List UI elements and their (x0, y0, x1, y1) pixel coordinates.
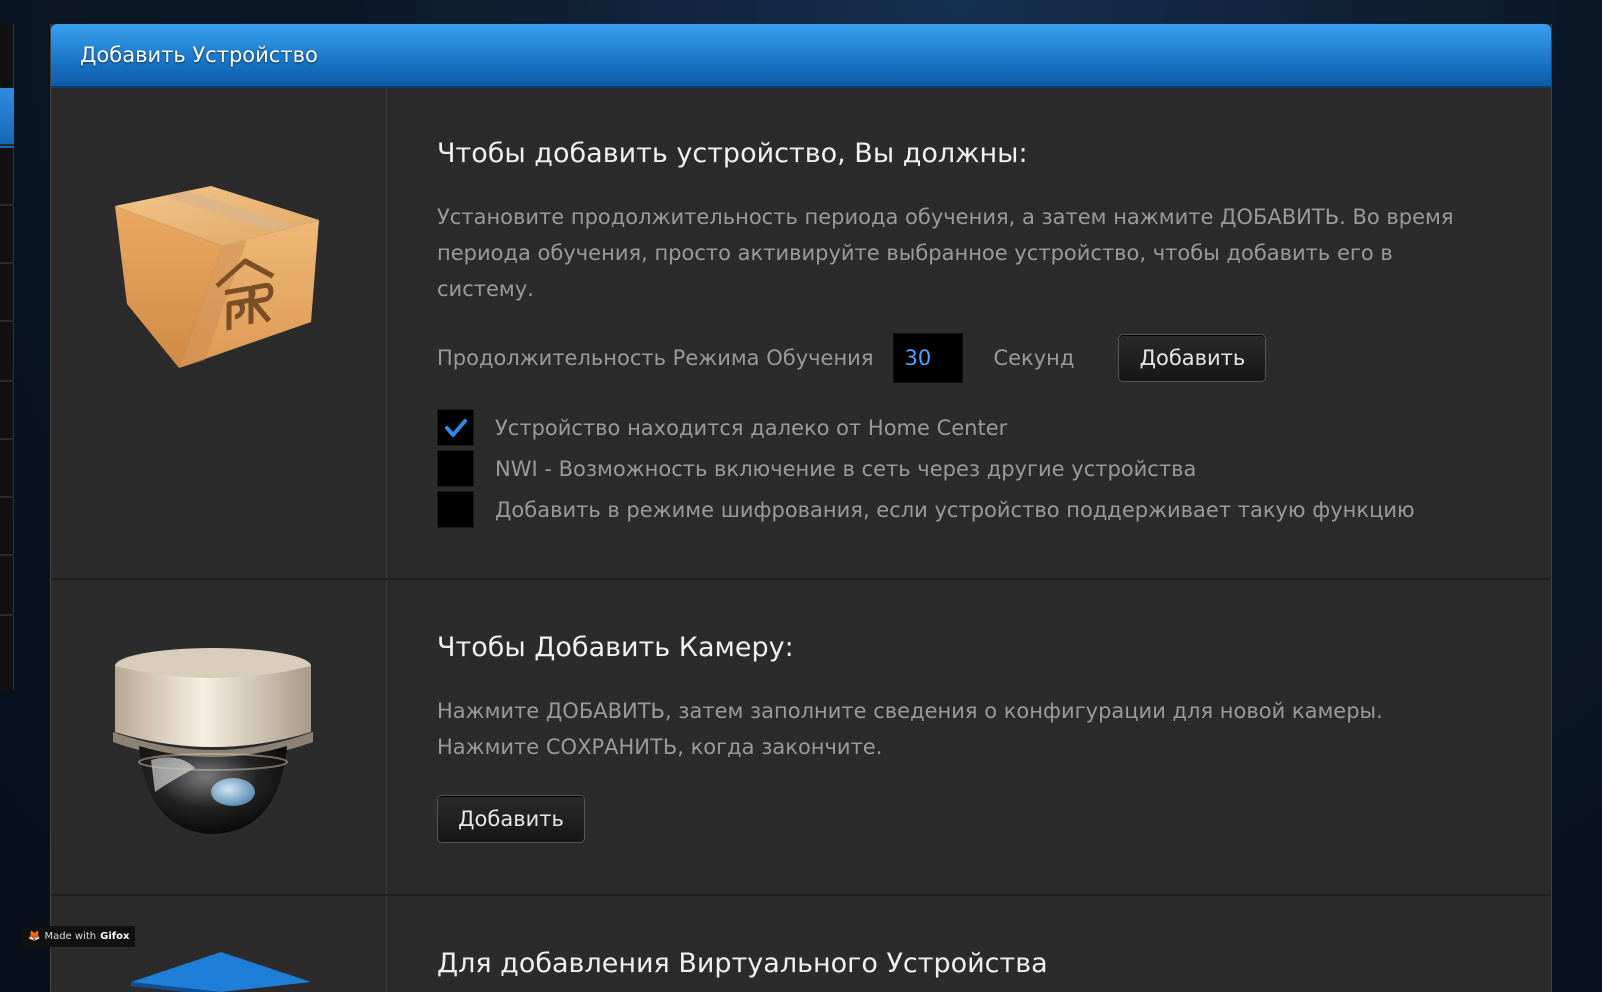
camera-section-heading: Чтобы Добавить Камеру: (437, 632, 794, 663)
device-section-description: Установите продолжительность периода обу… (437, 205, 1454, 301)
device-icon-column (51, 88, 387, 578)
device-section-heading: Чтобы добавить устройство, Вы должны: (437, 138, 1028, 169)
learn-mode-row: Продолжительность Режима Обучения Секунд… (437, 333, 1467, 383)
left-nav-strip[interactable] (0, 24, 14, 690)
left-nav-divider (0, 144, 14, 146)
camera-icon-column (51, 580, 387, 894)
package-box-icon (115, 186, 319, 368)
left-nav-divider (0, 438, 14, 440)
camera-section-description: Нажмите ДОБАВИТЬ, затем заполните сведен… (437, 693, 1383, 765)
left-nav-divider (0, 380, 14, 382)
watermark-brand: Gifox (100, 931, 130, 942)
left-nav-divider (0, 320, 14, 322)
option-label: NWI - Возможность включение в сеть через… (495, 456, 1197, 481)
gifox-watermark: 🦊 Made with Gifox (22, 926, 136, 947)
camera-description-line: Нажмите СОХРАНИТЬ, когда закончите. (437, 735, 883, 759)
add-device-section: Чтобы добавить устройство, Вы должны: Ус… (51, 88, 1551, 580)
panel-title: Добавить Устройство (80, 43, 318, 67)
option-encryption[interactable]: Добавить в режиме шифрования, если устро… (437, 489, 1467, 530)
virtual-section-heading: Для добавления Виртуального Устройства (437, 948, 1048, 979)
add-device-button[interactable]: Добавить (1118, 334, 1267, 382)
learn-duration-unit: Секунд (993, 346, 1075, 370)
remote-device-checkbox[interactable] (437, 409, 474, 446)
camera-content: Чтобы Добавить Камеру: Нажмите ДОБАВИТЬ,… (387, 580, 1443, 894)
add-virtual-device-section: Для добавления Виртуального Устройства (51, 896, 1551, 992)
panel-header: Добавить Устройство (51, 24, 1551, 88)
option-nwi[interactable]: NWI - Возможность включение в сеть через… (437, 448, 1467, 489)
device-options: Устройство находится далеко от Home Cent… (437, 407, 1467, 530)
option-label: Добавить в режиме шифрования, если устро… (495, 497, 1415, 522)
option-remote-device[interactable]: Устройство находится далеко от Home Cent… (437, 407, 1467, 448)
left-nav-divider (0, 496, 14, 498)
left-nav-divider (0, 554, 14, 556)
left-nav-active-tab[interactable] (0, 88, 14, 148)
left-nav-divider (0, 614, 14, 616)
camera-description-line: Нажмите ДОБАВИТЬ, затем заполните сведен… (437, 699, 1383, 723)
virtual-device-icon (131, 952, 311, 992)
checkmark-icon (444, 418, 467, 437)
option-label: Устройство находится далеко от Home Cent… (495, 415, 1008, 440)
add-device-panel: Добавить Устройство Чтобы добавить устро… (50, 24, 1552, 992)
learn-duration-input[interactable] (893, 333, 964, 383)
virtual-content: Для добавления Виртуального Устройства (387, 896, 1108, 992)
fox-icon: 🦊 (28, 931, 41, 942)
add-camera-button[interactable]: Добавить (437, 795, 585, 843)
encryption-checkbox[interactable] (437, 491, 474, 528)
left-nav-divider (0, 262, 14, 264)
nwi-checkbox[interactable] (437, 450, 474, 487)
dome-camera-icon (113, 648, 313, 834)
learn-duration-label: Продолжительность Режима Обучения (437, 346, 874, 370)
add-camera-section: Чтобы Добавить Камеру: Нажмите ДОБАВИТЬ,… (51, 580, 1551, 896)
watermark-prefix: Made with (44, 931, 97, 942)
left-nav-divider (0, 204, 14, 206)
device-content: Чтобы добавить устройство, Вы должны: Ус… (387, 88, 1527, 578)
